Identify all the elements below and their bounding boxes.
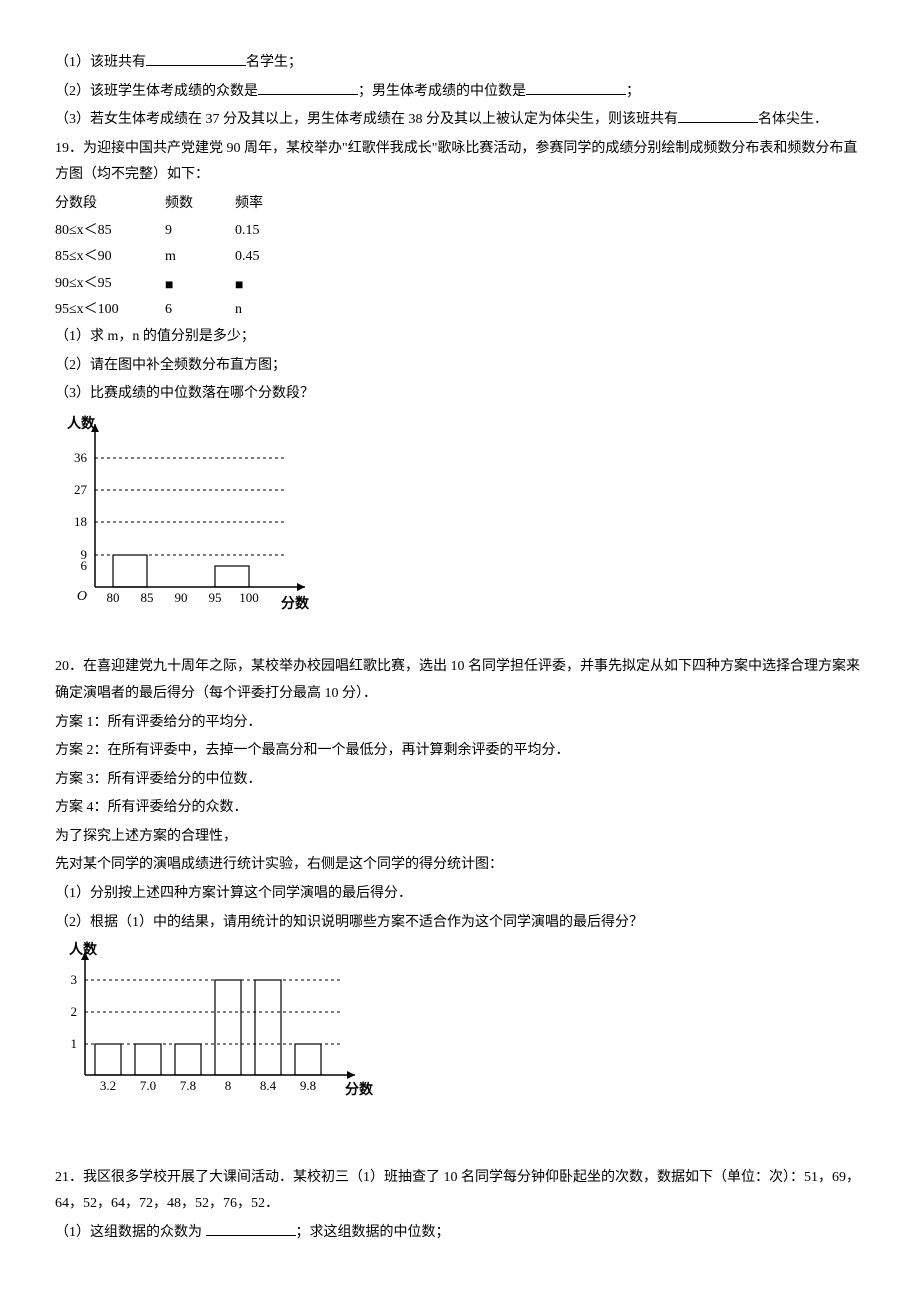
q18-sub3: （3）若女生体考成绩在 37 分及其以上，男生体考成绩在 38 分及其以上被认定…: [55, 107, 865, 134]
table-row: 90≤x＜95 ■ ■: [55, 271, 865, 298]
q18-sub2: （2）该班学生体考成绩的众数是 ；男生体考成绩的中位数是 ；: [55, 79, 865, 106]
y-tick: 27: [74, 482, 88, 497]
q20-sub1: （1）分别按上述四种方案计算这个同学演唱的最后得分．: [55, 881, 865, 908]
text: （1）这组数据的众数为: [55, 1225, 206, 1240]
origin-label: O: [77, 589, 87, 604]
cell: 0.15: [235, 218, 305, 245]
th-freq: 频数: [165, 191, 235, 218]
x-tick: 90: [175, 590, 188, 605]
text: 名体尖生．: [758, 112, 828, 127]
x-tick: 95: [209, 590, 222, 605]
blank: [678, 109, 758, 123]
q20-plan3: 方案 3：所有评委给分的中位数．: [55, 767, 865, 794]
q20-bar-chart: 3 2 1 3.2 7.0 7.8 8 8.4 9.8 人数 分数: [55, 940, 865, 1111]
cell: 6: [165, 297, 235, 324]
cell: 80≤x＜85: [55, 218, 165, 245]
q20-p5: 为了探究上述方案的合理性，: [55, 824, 865, 851]
blank: [526, 81, 626, 95]
text: （2）该班学生体考成绩的众数是: [55, 84, 258, 99]
y-tick: 1: [71, 1036, 78, 1051]
q21-intro: 21．我区很多学校开展了大课间活动．某校初三（1）班抽查了 10 名同学每分钟仰…: [55, 1165, 865, 1218]
cell: m: [165, 244, 235, 271]
text: ；求这组数据的中位数；: [296, 1225, 450, 1240]
y-axis-label: 人数: [67, 415, 96, 432]
y-axis-label: 人数: [69, 941, 98, 958]
x-tick: 80: [107, 590, 120, 605]
table-row: 80≤x＜85 9 0.15: [55, 218, 865, 245]
table-row: 95≤x＜100 6 n: [55, 297, 865, 324]
blank: [258, 81, 358, 95]
y-tick: 36: [74, 450, 88, 465]
q21-sub1: （1）这组数据的众数为 ；求这组数据的中位数；: [55, 1220, 865, 1247]
q20-sub2: （2）根据（1）中的结果，请用统计的知识说明哪些方案不适合作为这个同学演唱的最后…: [55, 910, 865, 937]
x-axis-label: 分数: [345, 1081, 374, 1098]
x-tick: 7.0: [140, 1078, 156, 1093]
q19-sub2: （2）请在图中补全频数分布直方图；: [55, 353, 865, 380]
cell: 85≤x＜90: [55, 244, 165, 271]
x-tick: 9.8: [300, 1078, 316, 1093]
cell: 95≤x＜100: [55, 297, 165, 324]
th-range: 分数段: [55, 191, 165, 218]
x-axis-label: 分数: [281, 595, 310, 612]
q19-histogram: 36 27 18 9 6 80 85 90 95 100 人数 分数 O: [55, 412, 865, 623]
blank: [206, 1222, 296, 1236]
bar-chart-svg: 3 2 1 3.2 7.0 7.8 8 8.4 9.8 人数 分数: [55, 940, 375, 1100]
cell: 90≤x＜95: [55, 271, 165, 298]
cell: ■: [235, 271, 305, 298]
text: （1）该班共有: [55, 55, 146, 70]
text: （3）若女生体考成绩在 37 分及其以上，男生体考成绩在 38 分及其以上被认定…: [55, 112, 678, 127]
q18-sub1: （1）该班共有 名学生；: [55, 50, 865, 77]
text: ；: [626, 84, 640, 99]
cell: 0.45: [235, 244, 305, 271]
q19-sub3: （3）比赛成绩的中位数落在哪个分数段？: [55, 381, 865, 408]
histogram-svg: 36 27 18 9 6 80 85 90 95 100 人数 分数 O: [55, 412, 325, 612]
y-tick: 3: [71, 972, 78, 987]
q20-p6: 先对某个同学的演唱成绩进行统计实验，右侧是这个同学的得分统计图：: [55, 852, 865, 879]
text: ；男生体考成绩的中位数是: [358, 84, 526, 99]
y-tick: 6: [81, 558, 88, 573]
x-tick: 7.8: [180, 1078, 196, 1093]
text: 名学生；: [246, 55, 302, 70]
x-tick: 3.2: [100, 1078, 116, 1093]
y-tick: 2: [71, 1004, 78, 1019]
q20-plan4: 方案 4：所有评委给分的众数．: [55, 795, 865, 822]
q20-plan1: 方案 1：所有评委给分的平均分．: [55, 710, 865, 737]
q20-intro: 20．在喜迎建党九十周年之际，某校举办校园唱红歌比赛，选出 10 名同学担任评委…: [55, 654, 865, 707]
q19-sub1: （1）求 m，n 的值分别是多少；: [55, 324, 865, 351]
x-tick: 100: [239, 590, 259, 605]
table-row: 85≤x＜90 m 0.45: [55, 244, 865, 271]
x-tick: 85: [141, 590, 154, 605]
x-tick: 8.4: [260, 1078, 277, 1093]
cell: 9: [165, 218, 235, 245]
th-rate: 频率: [235, 191, 305, 218]
cell: n: [235, 297, 305, 324]
q19-intro: 19．为迎接中国共产党建党 90 周年，某校举办"红歌伴我成长"歌咏比赛活动，参…: [55, 136, 865, 189]
q20-plan2: 方案 2：在所有评委中，去掉一个最高分和一个最低分，再计算剩余评委的平均分．: [55, 738, 865, 765]
frequency-table: 分数段 频数 频率 80≤x＜85 9 0.15 85≤x＜90 m 0.45 …: [55, 191, 865, 324]
blank: [146, 52, 246, 66]
x-tick: 8: [225, 1078, 232, 1093]
y-tick: 18: [74, 514, 87, 529]
table-header: 分数段 频数 频率: [55, 191, 865, 218]
cell: ■: [165, 271, 235, 298]
